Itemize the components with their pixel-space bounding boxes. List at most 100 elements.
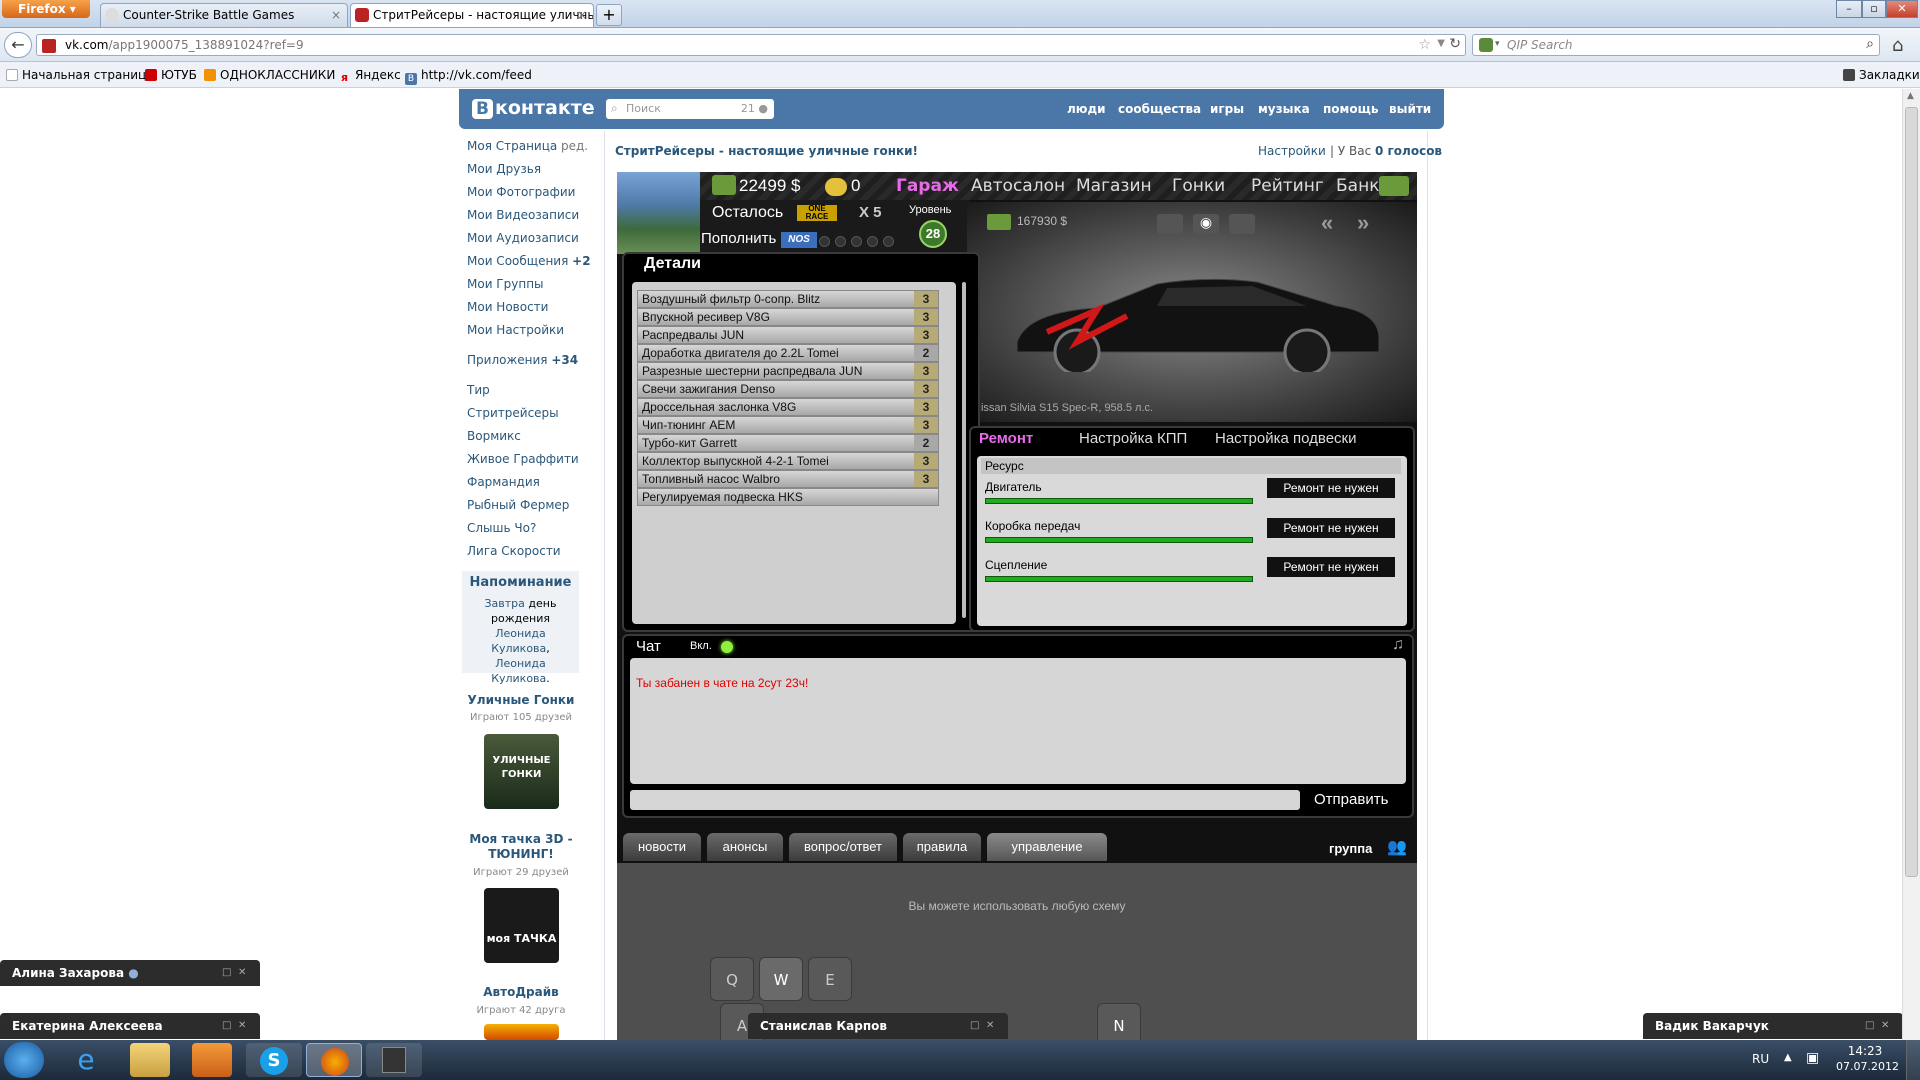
minimize-button[interactable]: – [1836, 0, 1862, 18]
bookmark-youtube[interactable]: ЮТУБ [145, 68, 197, 82]
side-app-title[interactable]: АвтоДрайв [462, 985, 580, 999]
player-avatar[interactable] [617, 172, 700, 254]
tab-close-icon[interactable]: × [577, 4, 587, 26]
menu-my-videos[interactable]: Мои Видеозаписи [467, 208, 579, 222]
chat-popup[interactable]: Вадик Вакарчук □ ✕ [1643, 1013, 1903, 1039]
menu-apps[interactable]: Приложения +34 [467, 353, 578, 367]
popup-minimize-icon[interactable]: □ [1865, 1013, 1874, 1039]
nav-help[interactable]: помощь [1323, 102, 1378, 116]
part-item[interactable]: Впускной ресивер V8G 3 [637, 308, 939, 326]
clock-date[interactable]: 07.07.2012 [1836, 1060, 1899, 1073]
chat-toggle-light-icon[interactable] [721, 641, 733, 653]
page-scrollbar[interactable]: ▲ [1902, 89, 1920, 1040]
language-indicator[interactable]: RU [1752, 1052, 1769, 1066]
game-flash-area[interactable]: 22499 $ 0 Гараж Автосалон Магазин Гонки … [617, 172, 1417, 1040]
app-settings-link[interactable]: Настройки [1258, 144, 1326, 158]
part-item[interactable]: Распредвалы JUN 3 [637, 326, 939, 344]
reload-icon[interactable]: ↻ [1449, 36, 1461, 52]
maximize-button[interactable]: ▫ [1862, 0, 1886, 18]
part-item[interactable]: Коллектор выпускной 4-2-1 Tomei 3 [637, 452, 939, 470]
app-link-graffiti[interactable]: Живое Граффити [467, 452, 579, 466]
chat-popup[interactable]: Екатерина Алексеева □ ✕ [0, 1013, 260, 1039]
nav-communities[interactable]: сообщества [1118, 102, 1201, 116]
tab-controls[interactable]: управление [987, 833, 1107, 861]
tab-news[interactable]: новости [623, 833, 701, 861]
menu-my-messages[interactable]: Мои Сообщения +2 [467, 254, 591, 268]
part-item[interactable]: Дроссельная заслонка V8G 3 [637, 398, 939, 416]
bookmark-vk-feed[interactable]: Вhttp://vk.com/feed [405, 68, 532, 85]
network-icon[interactable]: ▣ [1806, 1050, 1819, 1066]
fullscreen-icon[interactable] [1229, 214, 1255, 234]
app-link-slysh-cho[interactable]: Слышь Чо? [467, 521, 536, 535]
qip-search-engine-icon[interactable] [1479, 38, 1493, 52]
search-engine-dropdown-icon[interactable]: ▾ [1495, 39, 1500, 49]
menu-car-dealer[interactable]: Автосалон [971, 176, 1065, 196]
nav-logout[interactable]: выйти [1389, 102, 1431, 116]
menu-races[interactable]: Гонки [1172, 176, 1225, 196]
media-player-icon[interactable] [192, 1043, 232, 1077]
tab-suspension-tuning[interactable]: Настройка подвески [1215, 430, 1356, 447]
part-item[interactable]: Турбо-кит Garrett 2 [637, 434, 939, 452]
reminder-friend-link[interactable]: Леонида Куликова [491, 627, 546, 655]
app-link-farmandia[interactable]: Фармандия [467, 475, 540, 489]
key-q[interactable]: Q [710, 957, 754, 1001]
repair-engine-button[interactable]: Ремонт не нужен [1267, 478, 1395, 498]
popup-minimize-icon[interactable]: □ [970, 1013, 979, 1039]
bookmark-start-page[interactable]: Начальная страница [6, 68, 154, 82]
menu-my-friends[interactable]: Мои Друзья [467, 162, 541, 176]
popup-close-icon[interactable]: ✕ [986, 1013, 994, 1039]
repair-clutch-button[interactable]: Ремонт не нужен [1267, 557, 1395, 577]
nos-badge[interactable]: NOS [781, 232, 817, 248]
vk-logo[interactable]: Вконтакте [472, 97, 595, 119]
scrollbar-thumb[interactable] [1905, 107, 1918, 877]
key-w[interactable]: W [759, 957, 803, 1001]
tab-streetracers[interactable]: СтритРейсеры - настоящие уличны... × [350, 3, 594, 27]
side-app-title[interactable]: Уличные Гонки [462, 693, 580, 707]
part-item[interactable]: Топливный насос Walbro 3 [637, 470, 939, 488]
app-link-wormix[interactable]: Вормикс [467, 429, 521, 443]
nav-music[interactable]: музыка [1258, 102, 1310, 116]
explorer-folder-icon[interactable] [130, 1043, 170, 1077]
menu-my-groups[interactable]: Мои Группы [467, 277, 544, 291]
counter-strike-taskbar-button[interactable] [366, 1043, 422, 1077]
menu-garage[interactable]: Гараж [896, 176, 959, 196]
part-item[interactable]: Чип-тюнинг AEM 3 [637, 416, 939, 434]
popup-close-icon[interactable]: ✕ [238, 1013, 246, 1039]
avtodrive-logo[interactable] [484, 1024, 559, 1040]
app-link-streetracers[interactable]: Стритрейсеры [467, 406, 559, 420]
new-tab-button[interactable]: + [596, 4, 622, 26]
prev-car-icon[interactable]: « [1321, 210, 1333, 236]
next-car-icon[interactable]: » [1357, 210, 1369, 236]
menu-shop[interactable]: Магазин [1076, 176, 1152, 196]
url-bar[interactable]: vk.com/app1900075_138891024?ref=9 ☆ ▼ ↻ [36, 34, 1466, 56]
bookmarks-menu[interactable]: Закладки [1843, 68, 1920, 82]
clock-time[interactable]: 14:23 [1840, 1044, 1890, 1058]
reminder-friend-link[interactable]: Леонида Куликова [491, 657, 546, 685]
chat-send-button[interactable]: Отправить [1314, 791, 1388, 808]
group-link[interactable]: группа [1329, 841, 1372, 856]
ulichnye-gonki-logo[interactable]: УЛИЧНЫЕ ГОНКИ [484, 734, 559, 809]
app-link-tir[interactable]: Тир [467, 383, 490, 397]
windows-start-icon[interactable] [4, 1042, 44, 1078]
tab-rules[interactable]: правила [903, 833, 981, 861]
menu-bank[interactable]: Банк [1336, 176, 1379, 196]
side-app-title[interactable]: Моя тачка 3D - ТЮНИНГ! [462, 832, 580, 862]
nav-games[interactable]: игры [1210, 102, 1244, 116]
menu-edit-link[interactable]: ред. [561, 139, 588, 153]
show-desktop-button[interactable] [1906, 1040, 1920, 1080]
tab-repair[interactable]: Ремонт [979, 430, 1033, 447]
app-link-speed-league[interactable]: Лига Скорости [467, 544, 561, 558]
menu-my-settings[interactable]: Мои Настройки [467, 323, 564, 337]
tab-faq[interactable]: вопрос/ответ [789, 833, 897, 861]
popup-minimize-icon[interactable]: □ [222, 1013, 231, 1039]
firefox-taskbar-button[interactable] [306, 1043, 362, 1077]
part-item[interactable]: Доработка двигателя до 2.2L Tomei 2 [637, 344, 939, 362]
refill-label[interactable]: Пополнить [701, 230, 776, 247]
tab-announcements[interactable]: анонсы [707, 833, 783, 861]
url-dropdown-icon[interactable]: ▼ [1437, 38, 1445, 49]
sound-note-icon[interactable]: ♫ [1392, 636, 1404, 654]
key-e[interactable]: E [808, 957, 852, 1001]
list-view-icon[interactable] [1157, 214, 1183, 234]
tray-expand-icon[interactable]: ▲ [1784, 1052, 1792, 1063]
group-people-icon[interactable]: 👥 [1387, 837, 1407, 857]
